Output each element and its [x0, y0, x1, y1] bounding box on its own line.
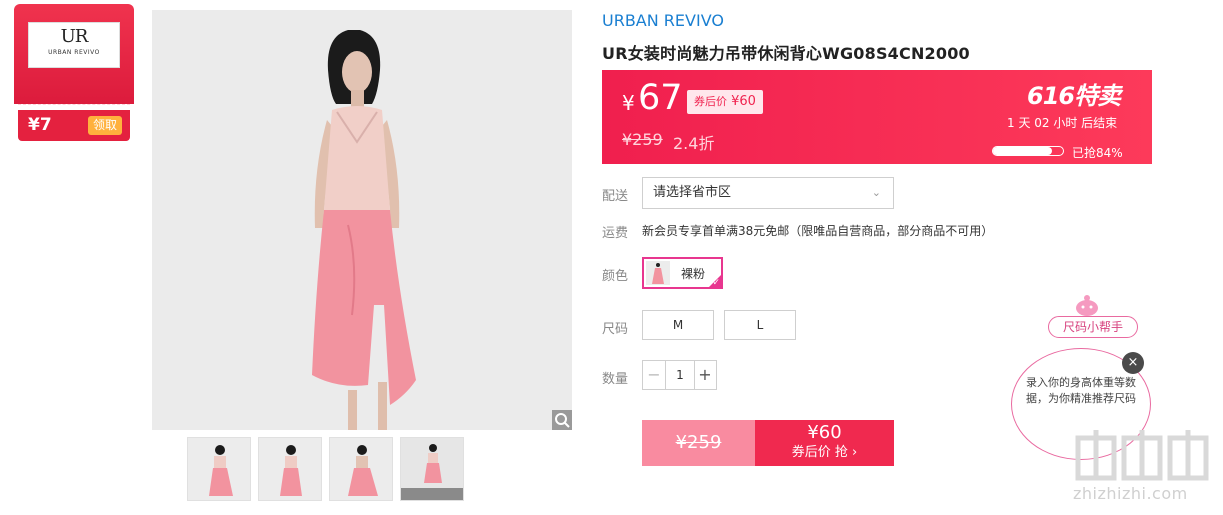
quantity-label: 数量 — [602, 372, 629, 387]
brand-link[interactable]: URBAN REVIVO — [602, 11, 724, 30]
product-page: UR URBAN REVIVO ¥7 领取 URBAN REVIVO UR女装时… — [0, 0, 1223, 515]
price-panel: ¥ 67 券后价 ¥60 ¥259 2.4折 616特卖 1 天 02 小时 后… — [602, 70, 1152, 164]
region-select-value: 请选择省市区 — [653, 185, 732, 200]
thumbnail-3[interactable] — [329, 437, 393, 501]
thumbnail-image — [188, 438, 250, 500]
chevron-down-icon: ⌄ — [871, 186, 881, 199]
thumbnail-image — [259, 438, 321, 500]
size-option-m[interactable]: M — [642, 310, 714, 340]
grabbed-label: 已抢84% — [1072, 146, 1123, 160]
zoom-button[interactable] — [552, 410, 572, 430]
color-option-label: 裸粉 — [681, 267, 706, 281]
region-select[interactable]: 请选择省市区 ⌄ — [642, 177, 894, 209]
color-label: 颜色 — [602, 269, 629, 284]
size-helper-button[interactable]: 尺码小帮手 — [1048, 316, 1138, 338]
claim-coupon-button[interactable]: 领取 — [88, 116, 122, 135]
size-option-l[interactable]: L — [724, 310, 796, 340]
thumbnail-2[interactable] — [258, 437, 322, 501]
brand-logo-mark: UR — [60, 26, 89, 47]
main-product-image[interactable] — [152, 10, 572, 430]
magnifier-icon — [555, 413, 570, 428]
model-photo — [152, 10, 572, 430]
currency-symbol: ¥ — [622, 91, 635, 115]
check-icon: ✓ — [712, 278, 720, 288]
grabbed-progress-fill — [993, 147, 1052, 155]
coupon-amount: ¥7 — [28, 115, 52, 135]
thumbnail-4[interactable] — [400, 437, 464, 501]
buy-cta-label: 券后价 抢 › — [791, 445, 858, 460]
quantity-increase-button[interactable]: + — [694, 361, 716, 389]
buy-now-button[interactable]: ¥60 券后价 抢 › — [755, 420, 894, 466]
quantity-input[interactable]: 1 — [665, 361, 695, 389]
size-label: 尺码 — [602, 322, 629, 337]
grabbed-progress-bar — [992, 146, 1064, 156]
size-helper-text: 录入你的身高体重等数据，为你精准推荐尺码 — [1026, 376, 1136, 405]
countdown-timer: 1 天 02 小时 后结束 — [1007, 116, 1118, 130]
discount-rate: 2.4折 — [673, 134, 715, 153]
after-coupon-price: ¥60 — [731, 94, 756, 109]
coupon-divider — [18, 104, 130, 105]
coupon-footer: ¥7 领取 — [18, 110, 130, 141]
original-price-button[interactable]: ¥259 — [642, 420, 755, 466]
color-swatch — [646, 261, 670, 285]
freight-info: 新会员专享首单满38元免邮（限唯品自营商品，部分商品不可用） — [642, 224, 994, 238]
buy-original-price: ¥259 — [675, 432, 722, 453]
brand-logo: UR URBAN REVIVO — [28, 22, 120, 68]
shipping-label: 配送 — [602, 189, 629, 204]
original-price: ¥259 — [622, 130, 663, 149]
quantity-stepper: − 1 + — [642, 360, 717, 390]
quantity-decrease-button[interactable]: − — [643, 361, 665, 389]
mascot-icon — [1076, 295, 1098, 316]
freight-label: 运费 — [602, 226, 629, 241]
after-coupon-tag: 券后价 ¥60 — [687, 90, 763, 114]
thumbnail-1[interactable] — [187, 437, 251, 501]
close-icon[interactable]: × — [1122, 352, 1144, 374]
color-swatch-image — [646, 261, 670, 285]
current-price: 67 — [638, 78, 683, 118]
coupon-header: UR URBAN REVIVO — [14, 4, 134, 104]
brand-logo-text: URBAN REVIVO — [48, 49, 100, 56]
thumbnail-image — [401, 438, 463, 500]
after-coupon-prefix: 券后价 — [694, 95, 727, 108]
sale-event-badge: 616特卖 — [1027, 82, 1121, 110]
store-coupon[interactable]: UR URBAN REVIVO ¥7 领取 — [14, 4, 134, 141]
buy-price: ¥60 — [807, 422, 842, 443]
watermark-domain: zhizhizhi.com — [1073, 484, 1188, 503]
thumbnail-image — [330, 438, 392, 500]
color-option-selected[interactable]: 裸粉 ✓ — [642, 257, 723, 289]
product-title: UR女装时尚魅力吊带休闲背心WG08S4CN2000 — [602, 44, 970, 63]
